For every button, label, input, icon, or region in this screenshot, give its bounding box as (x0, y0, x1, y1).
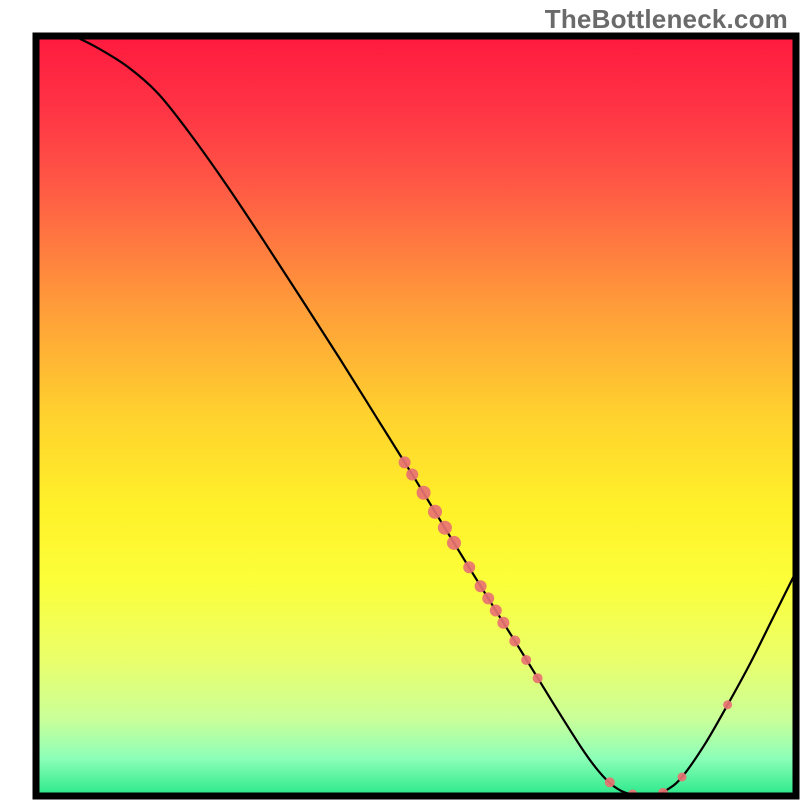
data-point (438, 521, 452, 535)
data-point (509, 635, 520, 646)
data-point (723, 700, 732, 709)
data-point (399, 456, 411, 468)
data-point (475, 580, 487, 592)
data-point (605, 777, 615, 787)
data-point (521, 655, 531, 665)
watermark-text: TheBottleneck.com (545, 4, 788, 35)
data-point (490, 605, 502, 617)
chart-container: TheBottleneck.com (0, 0, 800, 800)
plot-background (36, 36, 796, 796)
data-point (417, 486, 431, 500)
data-point (497, 617, 509, 629)
data-point (447, 536, 461, 550)
data-point (482, 592, 494, 604)
data-point (428, 505, 442, 519)
bottleneck-chart (0, 0, 800, 800)
data-point (463, 561, 475, 573)
data-point (406, 469, 418, 481)
data-point (533, 673, 543, 683)
data-point (678, 773, 687, 782)
